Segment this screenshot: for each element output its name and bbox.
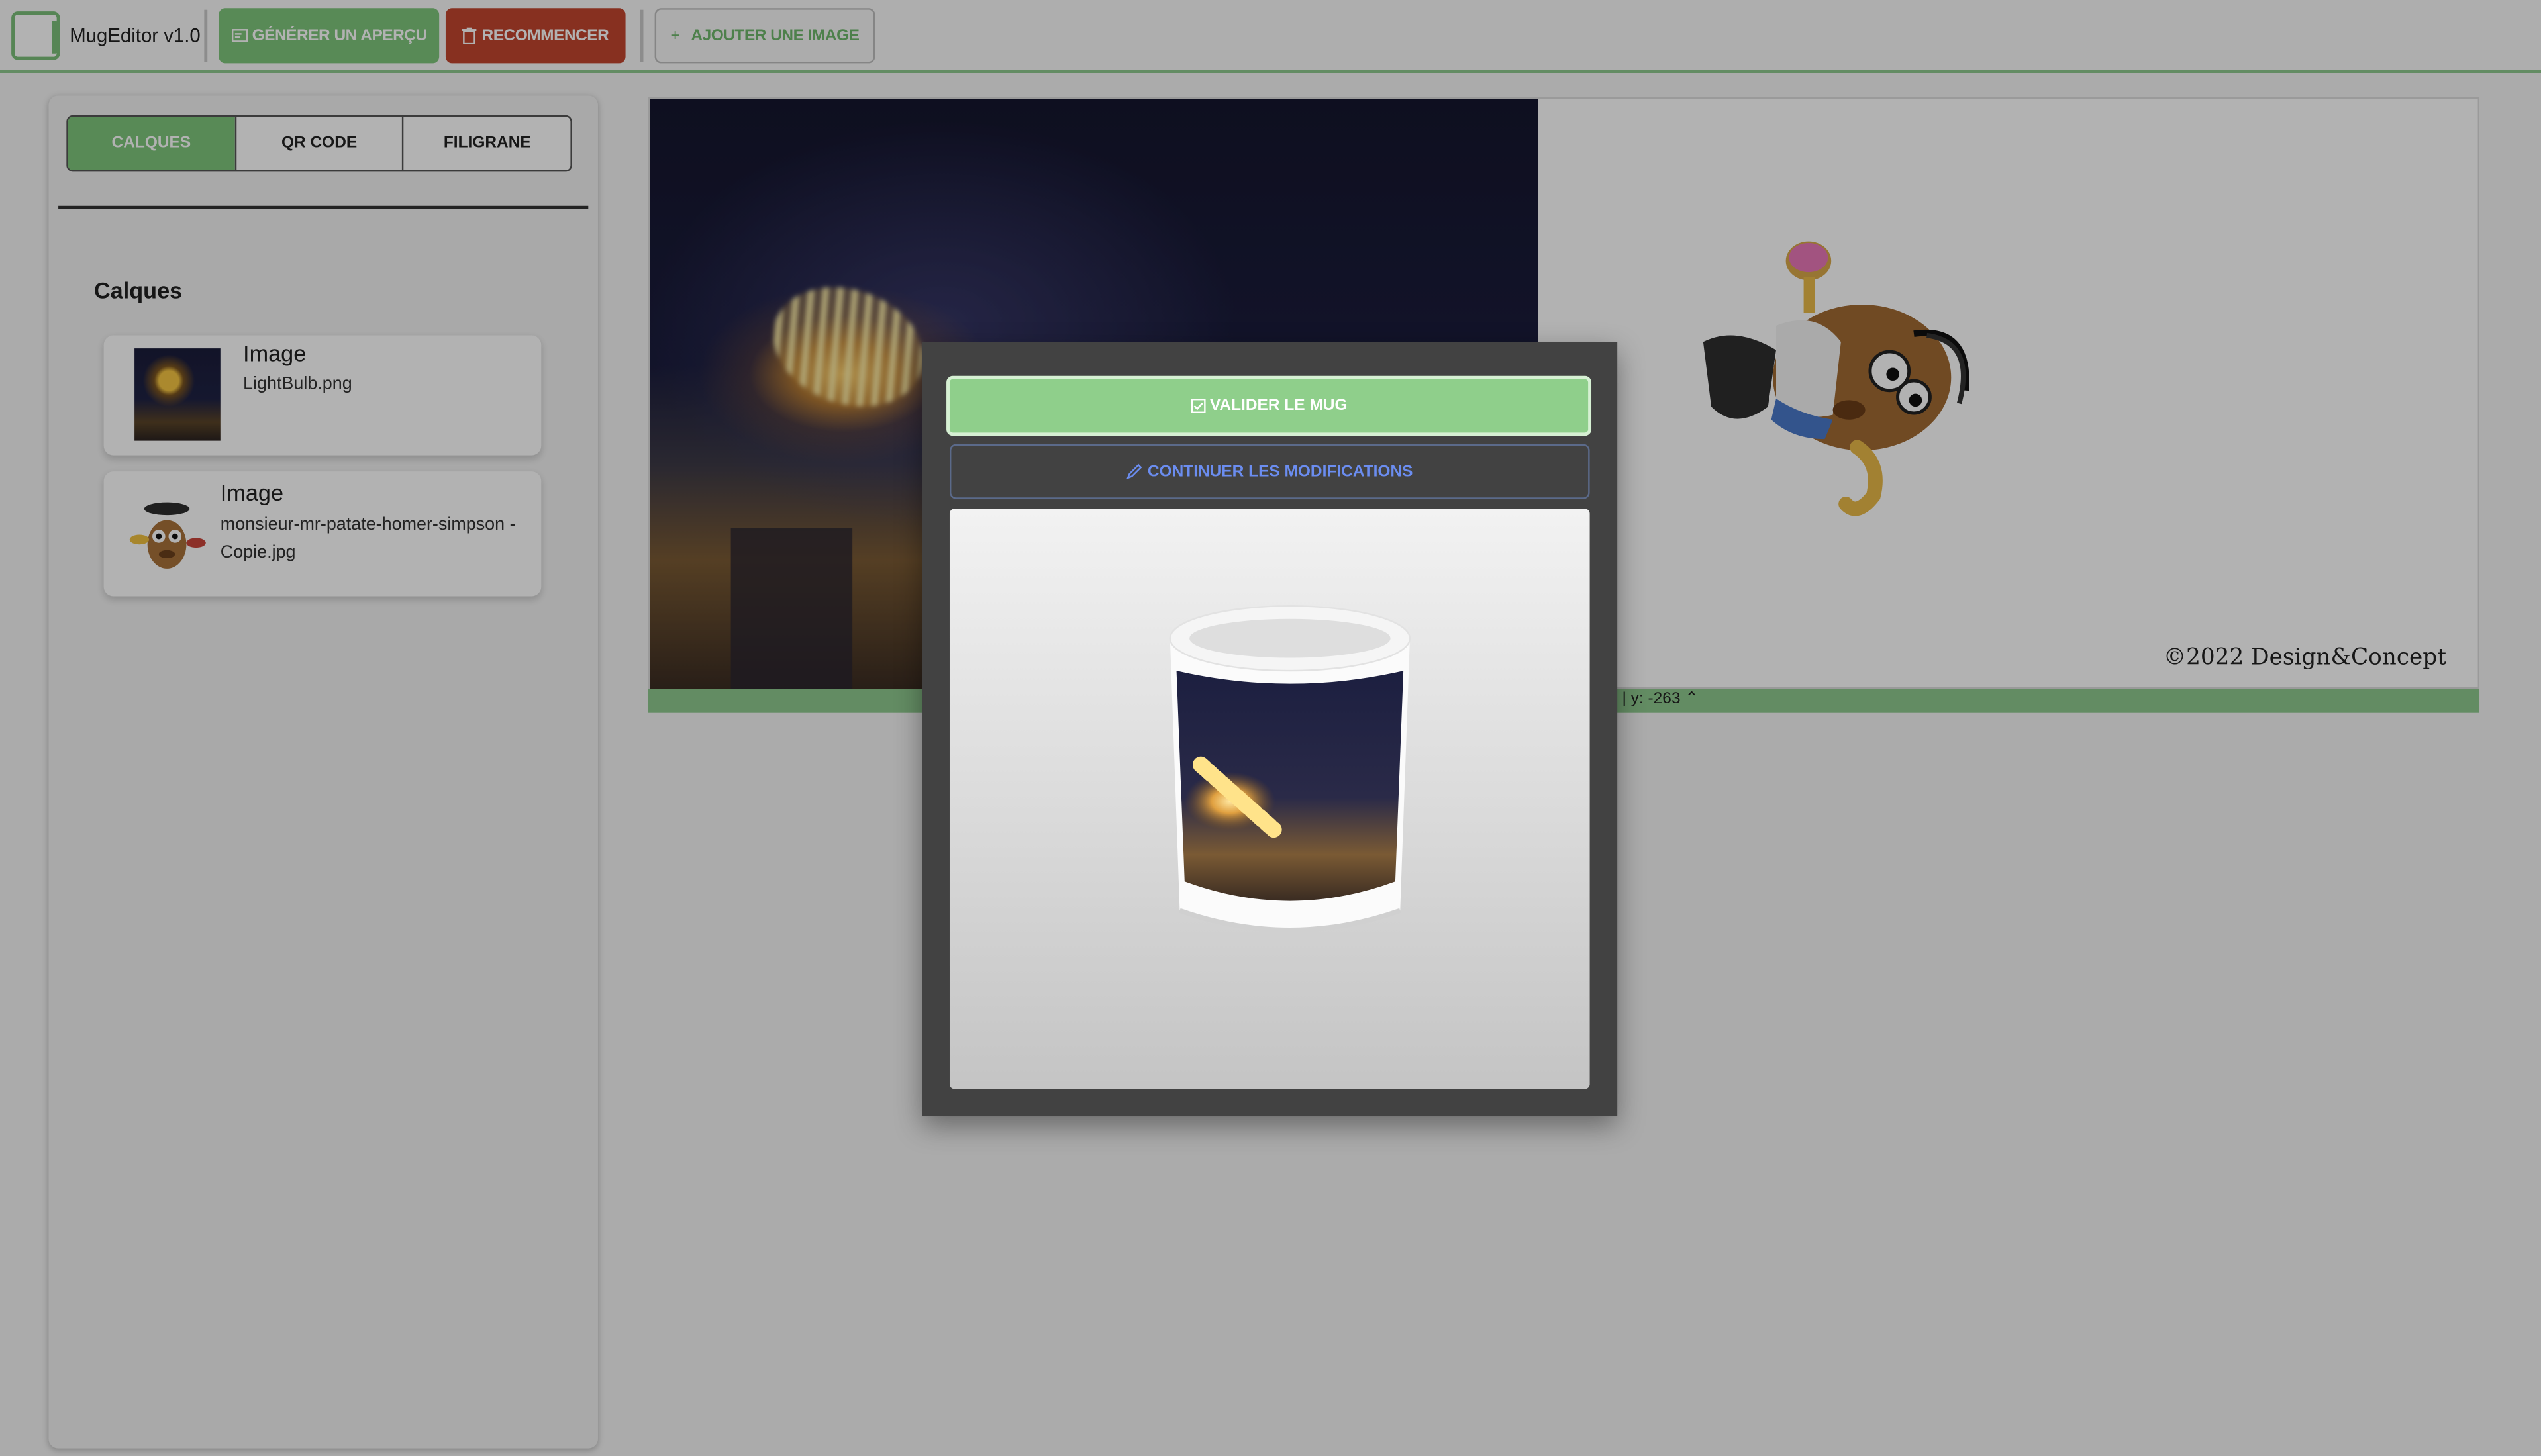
app-root: MugEditor v1.0 GÉNÉRER UN APERÇU RECOMME… bbox=[0, 0, 2541, 1456]
continue-editing-button[interactable]: CONTINUER LES MODIFICATIONS bbox=[949, 444, 1590, 499]
mug-3d-preview[interactable] bbox=[949, 509, 1590, 1089]
check-square-icon bbox=[1190, 398, 1205, 414]
mug-preview-modal: VALIDER LE MUG CONTINUER LES MODIFICATIO… bbox=[922, 342, 1618, 1117]
pencil-icon bbox=[1126, 463, 1142, 480]
mug-render bbox=[1169, 605, 1411, 933]
continue-editing-label: CONTINUER LES MODIFICATIONS bbox=[1147, 462, 1413, 481]
validate-mug-label: VALIDER LE MUG bbox=[1209, 397, 1348, 415]
validate-mug-button[interactable]: VALIDER LE MUG bbox=[946, 375, 1592, 436]
